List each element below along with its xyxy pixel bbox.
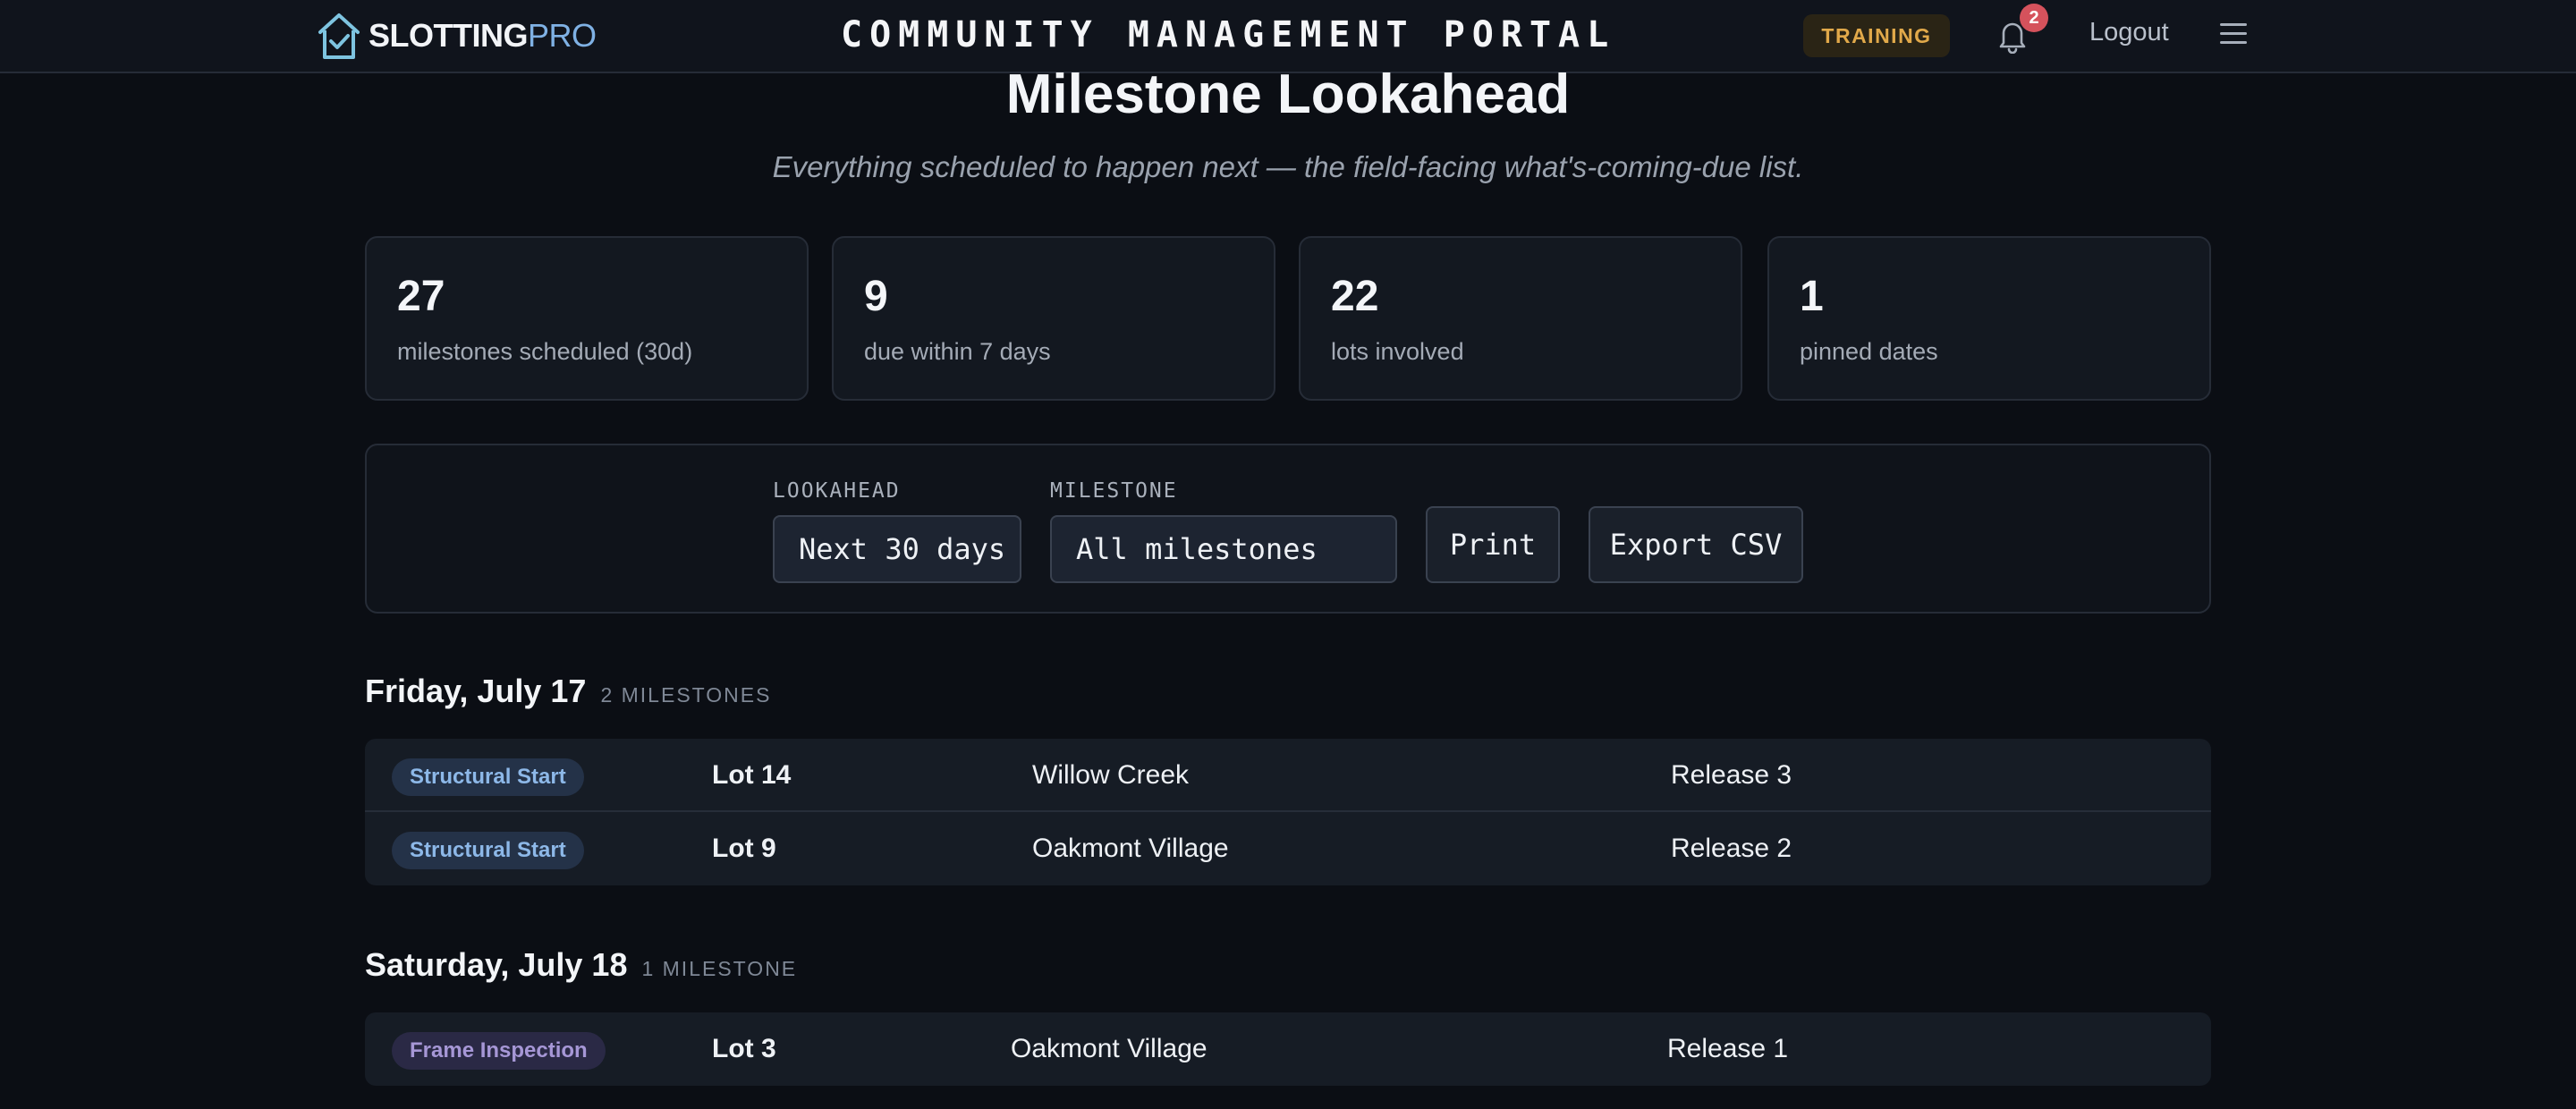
page-title: Milestone Lookahead <box>1005 63 1571 125</box>
community-cell: Willow Creek <box>1032 760 1190 790</box>
day-group-header: Saturday, July 18 1 MILESTONE <box>365 946 797 984</box>
milestone-pill: Structural Start <box>392 832 584 869</box>
lot-cell: Lot 14 <box>712 760 792 790</box>
stat-value: 27 <box>397 273 445 320</box>
day-title: Saturday, July 18 <box>365 946 628 983</box>
stat-card-lots: 22 lots involved <box>1299 236 1742 401</box>
stat-value: 1 <box>1800 273 1824 320</box>
training-badge: TRAINING <box>1803 14 1950 57</box>
day-milestone-count: 2 MILESTONES <box>600 683 772 707</box>
stat-label: pinned dates <box>1800 338 1938 365</box>
milestone-label: MILESTONE <box>1050 479 1178 503</box>
stat-label: milestones scheduled (30d) <box>397 338 693 365</box>
table-row[interactable]: Structural Start Lot 9 Oakmont Village R… <box>365 812 2211 885</box>
stat-value: 9 <box>864 273 888 320</box>
milestone-table: Frame Inspection Lot 3 Oakmont Village R… <box>365 1012 2211 1086</box>
lot-cell: Lot 9 <box>712 834 776 863</box>
table-row[interactable]: Frame Inspection Lot 3 Oakmont Village R… <box>365 1012 2211 1086</box>
lookahead-label: LOOKAHEAD <box>773 479 901 503</box>
brand-name-strong: SLOTTING <box>369 17 529 54</box>
milestone-select[interactable]: All milestones <box>1050 515 1397 583</box>
release-cell: Release 3 <box>1671 760 1792 790</box>
brand-logo[interactable]: SLOTTINGPRO <box>317 11 597 61</box>
day-group-header: Friday, July 17 2 MILESTONES <box>365 673 771 710</box>
milestone-pill: Frame Inspection <box>392 1032 606 1070</box>
release-cell: Release 2 <box>1671 834 1792 863</box>
release-cell: Release 1 <box>1667 1034 1789 1063</box>
brand-name-light: PRO <box>528 17 597 54</box>
page-subtitle: Everything scheduled to happen next — th… <box>772 150 1804 183</box>
milestone-pill: Structural Start <box>392 758 584 796</box>
community-cell: Oakmont Village <box>1032 834 1229 863</box>
print-button[interactable]: Print <box>1426 506 1560 583</box>
hamburger-menu-icon[interactable] <box>2220 23 2247 47</box>
milestone-table: Structural Start Lot 14 Willow Creek Rel… <box>365 739 2211 885</box>
lot-cell: Lot 3 <box>712 1034 776 1063</box>
stat-label: due within 7 days <box>864 338 1051 365</box>
day-title: Friday, July 17 <box>365 673 587 709</box>
portal-title: COMMUNITY MANAGEMENT PORTAL <box>841 14 1616 55</box>
table-row[interactable]: Structural Start Lot 14 Willow Creek Rel… <box>365 739 2211 812</box>
stat-card-due-soon: 9 due within 7 days <box>832 236 1275 401</box>
lookahead-select[interactable]: Next 30 days <box>773 515 1021 583</box>
export-csv-button[interactable]: Export CSV <box>1589 506 1803 583</box>
day-milestone-count: 1 MILESTONE <box>641 957 798 980</box>
community-cell: Oakmont Village <box>1011 1034 1208 1063</box>
logout-link[interactable]: Logout <box>2089 18 2169 47</box>
brand-name: SLOTTINGPRO <box>369 17 597 55</box>
notification-count-badge: 2 <box>2020 4 2048 32</box>
stat-label: lots involved <box>1331 338 1464 365</box>
stat-value: 22 <box>1331 273 1379 320</box>
stat-card-scheduled: 27 milestones scheduled (30d) <box>365 236 809 401</box>
stat-card-pinned: 1 pinned dates <box>1767 236 2211 401</box>
house-check-logo-icon <box>318 13 360 59</box>
